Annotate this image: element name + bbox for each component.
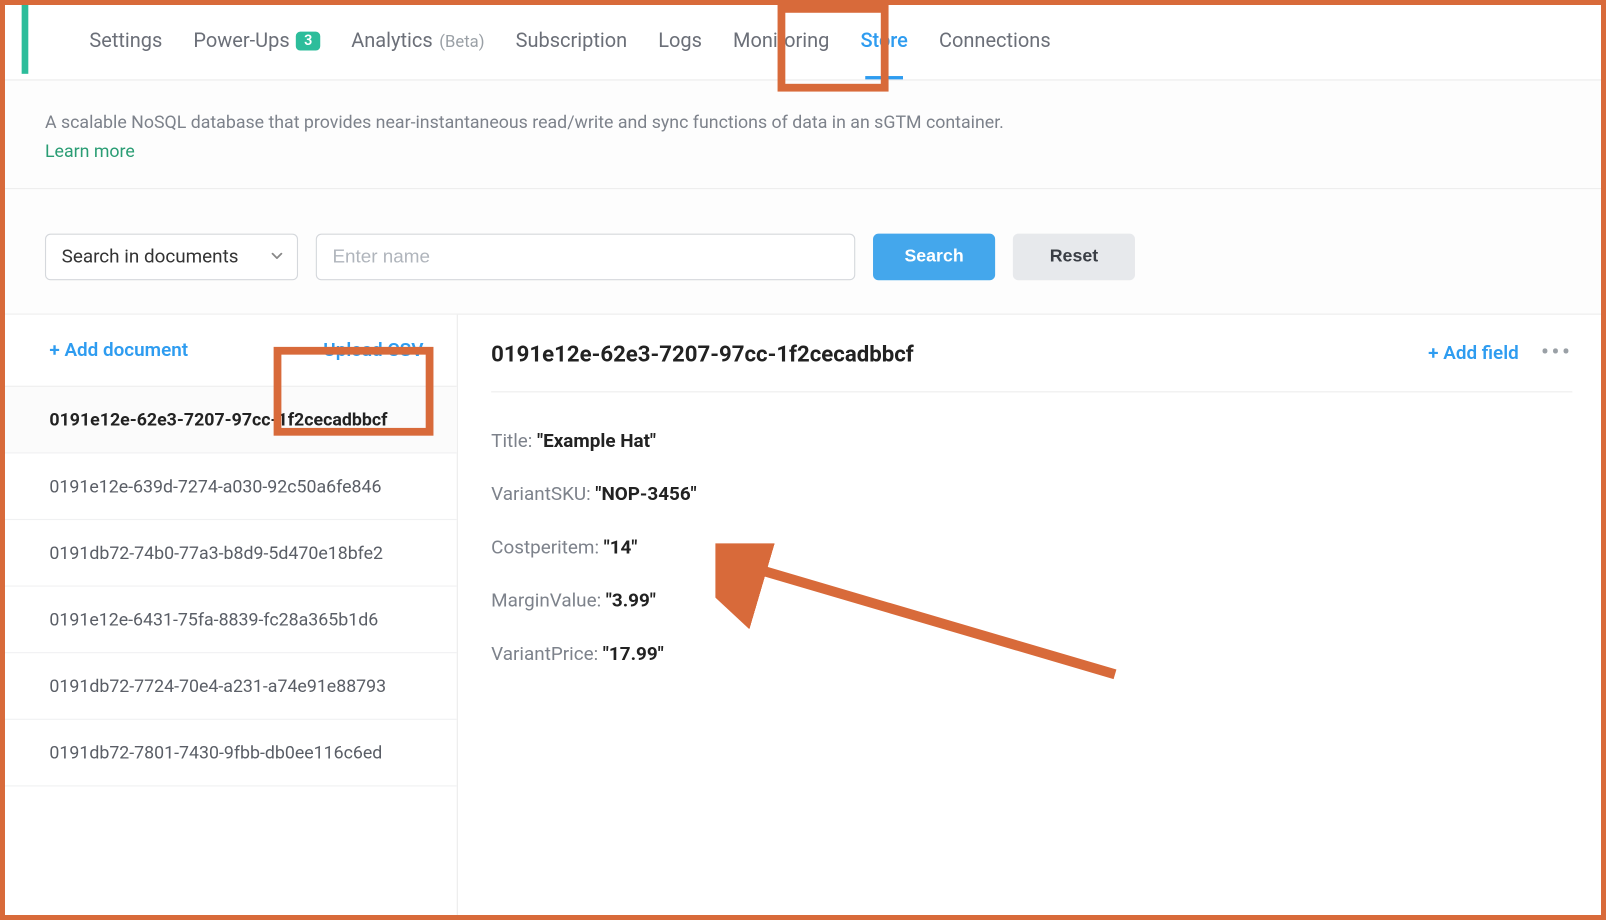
field-value: "14" bbox=[604, 537, 638, 559]
tab-label: Subscription bbox=[516, 29, 628, 52]
learn-more-link[interactable]: Learn more bbox=[45, 140, 135, 161]
field-row: Title: "Example Hat" bbox=[491, 415, 1572, 468]
field-row: MarginValue: "3.99" bbox=[491, 574, 1572, 627]
field-key: Costperitem: bbox=[491, 537, 604, 559]
chevron-down-icon bbox=[270, 246, 283, 268]
tab-settings[interactable]: Settings bbox=[89, 29, 162, 57]
tab-label: Logs bbox=[658, 29, 702, 52]
tab-label: Settings bbox=[89, 29, 162, 52]
field-key: Title: bbox=[491, 430, 537, 452]
reset-button[interactable]: Reset bbox=[1013, 234, 1135, 281]
document-item[interactable]: 0191db72-74b0-77a3-b8d9-5d470e18bfe2 bbox=[5, 520, 457, 587]
field-row: VariantSKU: "NOP-3456" bbox=[491, 468, 1572, 521]
tab-label: Store bbox=[860, 29, 907, 52]
search-button[interactable]: Search bbox=[873, 234, 995, 281]
document-list-panel: + Add document Upload CSV 0191e12e-62e3-… bbox=[5, 315, 458, 920]
document-item[interactable]: 0191db72-7801-7430-9fbb-db0ee116c6ed bbox=[5, 720, 457, 787]
tab-bar: Settings Power-Ups 3 Analytics (Beta) Su… bbox=[5, 5, 1606, 80]
document-item[interactable]: 0191e12e-62e3-7207-97cc-1f2cecadbbcf bbox=[5, 387, 457, 454]
main-content: + Add document Upload CSV 0191e12e-62e3-… bbox=[5, 315, 1606, 920]
document-item[interactable]: 0191db72-7724-70e4-a231-a74e91e88793 bbox=[5, 653, 457, 720]
tab-analytics[interactable]: Analytics (Beta) bbox=[351, 29, 484, 57]
select-label: Search in documents bbox=[62, 246, 239, 268]
document-item[interactable]: 0191e12e-639d-7274-a030-92c50a6fe846 bbox=[5, 453, 457, 520]
beta-label: (Beta) bbox=[439, 31, 484, 51]
search-scope-select[interactable]: Search in documents bbox=[45, 234, 298, 281]
document-detail-panel: 0191e12e-62e3-7207-97cc-1f2cecadbbcf + A… bbox=[458, 315, 1606, 920]
document-toolbar: + Add document Upload CSV bbox=[5, 315, 457, 387]
tab-label: Analytics bbox=[351, 29, 432, 52]
description-block: A scalable NoSQL database that provides … bbox=[5, 80, 1606, 189]
document-item[interactable]: 0191e12e-6431-75fa-8839-fc28a365b1d6 bbox=[5, 587, 457, 654]
detail-actions: + Add field ••• bbox=[1428, 339, 1572, 367]
add-field-button[interactable]: + Add field bbox=[1428, 342, 1519, 364]
fields-list: Title: "Example Hat" VariantSKU: "NOP-34… bbox=[491, 392, 1572, 703]
tab-store[interactable]: Store bbox=[860, 29, 907, 57]
field-row: Costperitem: "14" bbox=[491, 521, 1572, 574]
accent-bar bbox=[22, 5, 29, 74]
upload-csv-button[interactable]: Upload CSV bbox=[323, 339, 423, 361]
tab-label: Monitoring bbox=[733, 29, 829, 52]
field-row: VariantPrice: "17.99" bbox=[491, 628, 1572, 681]
search-bar: Search in documents Search Reset bbox=[5, 189, 1606, 314]
field-key: VariantSKU: bbox=[491, 483, 595, 505]
tab-subscription[interactable]: Subscription bbox=[516, 29, 628, 57]
detail-header: 0191e12e-62e3-7207-97cc-1f2cecadbbcf + A… bbox=[491, 315, 1572, 393]
document-title: 0191e12e-62e3-7207-97cc-1f2cecadbbcf bbox=[491, 340, 914, 367]
tab-power-ups[interactable]: Power-Ups 3 bbox=[193, 29, 320, 57]
tab-logs[interactable]: Logs bbox=[658, 29, 702, 57]
field-key: MarginValue: bbox=[491, 590, 606, 612]
tab-label: Power-Ups bbox=[193, 29, 289, 52]
field-value: "NOP-3456" bbox=[595, 483, 696, 505]
field-value: "Example Hat" bbox=[537, 430, 656, 452]
tab-connections[interactable]: Connections bbox=[939, 29, 1051, 57]
field-key: VariantPrice: bbox=[491, 643, 603, 665]
powerups-badge: 3 bbox=[296, 32, 320, 51]
add-document-button[interactable]: + Add document bbox=[49, 339, 188, 361]
more-actions-icon[interactable]: ••• bbox=[1541, 339, 1572, 367]
field-value: "3.99" bbox=[606, 590, 656, 612]
search-name-input[interactable] bbox=[316, 234, 855, 281]
description-text: A scalable NoSQL database that provides … bbox=[45, 109, 1566, 136]
field-value: "17.99" bbox=[603, 643, 664, 665]
tab-label: Connections bbox=[939, 29, 1051, 52]
tab-monitoring[interactable]: Monitoring bbox=[733, 29, 829, 57]
